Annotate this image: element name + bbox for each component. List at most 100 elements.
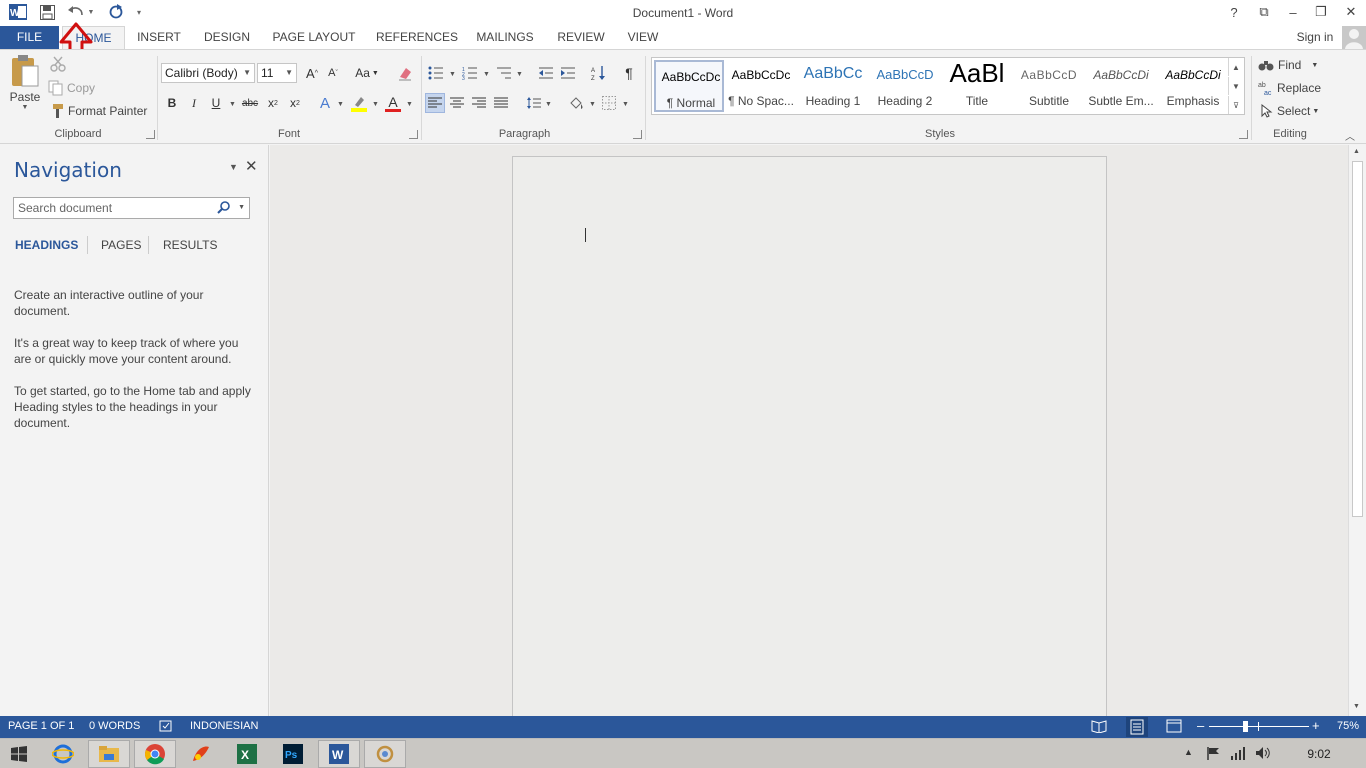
scroll-down-icon[interactable]: ▼ xyxy=(1353,703,1360,710)
format-painter-button[interactable]: Format Painter xyxy=(48,101,147,121)
bold-button[interactable]: B xyxy=(162,93,182,113)
network-signal-icon[interactable] xyxy=(1230,746,1246,763)
show-hidden-icons-icon[interactable]: ▲ xyxy=(1184,747,1193,757)
gallery-scroll-down-icon[interactable]: ▼ xyxy=(1228,77,1243,95)
clipboard-dialog-launcher-icon[interactable] xyxy=(146,130,155,139)
chevron-down-icon[interactable]: ▼ xyxy=(406,101,413,108)
excel-icon[interactable]: X xyxy=(226,740,268,768)
paragraph-dialog-launcher-icon[interactable] xyxy=(633,130,642,139)
print-layout-icon[interactable] xyxy=(1126,717,1148,737)
chevron-down-icon[interactable]: ▼ xyxy=(229,101,236,108)
align-left-icon[interactable] xyxy=(425,93,445,113)
font-color-button[interactable]: A xyxy=(383,93,403,113)
paste-button[interactable]: Paste ▼ xyxy=(6,54,44,126)
chevron-down-icon[interactable]: ▼ xyxy=(483,71,490,78)
minimize-button[interactable]: – xyxy=(1279,0,1307,24)
nav-tab-headings[interactable]: HEADINGS xyxy=(15,238,78,252)
read-mode-icon[interactable] xyxy=(1091,719,1107,736)
file-explorer-icon[interactable] xyxy=(88,740,130,768)
align-right-icon[interactable] xyxy=(469,93,489,113)
style-heading-1[interactable]: AaBbCc Heading 1 xyxy=(798,60,868,112)
zoom-in-button[interactable]: + xyxy=(1312,718,1320,733)
tab-references[interactable]: REFERENCES xyxy=(376,26,458,49)
replace-button[interactable]: ab ac Replace xyxy=(1258,78,1321,98)
justify-icon[interactable] xyxy=(491,93,511,113)
close-button[interactable]: ✕ xyxy=(1337,0,1365,24)
user-avatar-icon[interactable] xyxy=(1342,26,1366,49)
tab-view[interactable]: VIEW xyxy=(622,26,664,49)
show-formatting-marks-button[interactable]: ¶ xyxy=(619,63,639,83)
styles-dialog-launcher-icon[interactable] xyxy=(1239,130,1248,139)
tab-mailings[interactable]: MAILINGS xyxy=(472,26,538,49)
web-layout-icon[interactable] xyxy=(1166,719,1182,736)
style-normal[interactable]: AaBbCcDc ¶ Normal xyxy=(654,60,724,112)
select-button[interactable]: Select ▼ xyxy=(1260,101,1319,121)
chevron-down-icon[interactable]: ▼ xyxy=(622,101,629,108)
word-app-icon[interactable]: W xyxy=(8,3,28,21)
word-count-status[interactable]: 0 WORDS xyxy=(89,720,140,732)
search-icon[interactable] xyxy=(217,200,231,220)
chrome-icon[interactable] xyxy=(134,740,176,768)
text-effects-button[interactable]: A xyxy=(315,93,335,113)
undo-icon[interactable] xyxy=(65,3,87,21)
style-emphasis[interactable]: AaBbCcDi Emphasis xyxy=(1158,60,1228,112)
highlight-color-icon[interactable] xyxy=(349,93,369,113)
font-size-combo[interactable]: 11 ▼ xyxy=(257,63,297,83)
strikethrough-button[interactable]: abc xyxy=(240,93,260,113)
chevron-down-icon[interactable]: ▼ xyxy=(545,101,552,108)
save-icon[interactable] xyxy=(37,3,57,21)
taskbar-clock[interactable]: 9:02 xyxy=(1296,747,1342,761)
tab-review[interactable]: REVIEW xyxy=(554,26,608,49)
font-dialog-launcher-icon[interactable] xyxy=(409,130,418,139)
tab-page-layout[interactable]: PAGE LAYOUT xyxy=(268,26,360,49)
find-button[interactable]: Find ▼ xyxy=(1258,55,1318,75)
subscript-button[interactable]: x2 xyxy=(263,93,283,113)
zoom-slider-thumb[interactable] xyxy=(1243,721,1248,732)
scroll-up-icon[interactable]: ▲ xyxy=(1353,148,1360,155)
numbering-icon[interactable]: 123 xyxy=(460,63,480,83)
proofing-icon[interactable] xyxy=(159,719,173,736)
document-page[interactable] xyxy=(512,156,1107,716)
increase-indent-icon[interactable] xyxy=(558,63,578,83)
collapse-ribbon-icon[interactable]: ︿ xyxy=(1345,128,1355,143)
help-button[interactable]: ? xyxy=(1220,0,1248,24)
style-heading-2[interactable]: AaBbCcD Heading 2 xyxy=(870,60,940,112)
word-taskbar-icon[interactable]: W xyxy=(318,740,360,768)
borders-icon[interactable] xyxy=(599,93,619,113)
clear-formatting-icon[interactable] xyxy=(395,63,415,83)
line-spacing-icon[interactable] xyxy=(524,93,544,113)
search-options-icon[interactable]: ▼ xyxy=(238,198,245,218)
language-status[interactable]: INDONESIAN xyxy=(190,720,258,732)
restore-button[interactable]: ❐ xyxy=(1307,0,1335,24)
chevron-down-icon[interactable]: ▼ xyxy=(337,101,344,108)
undo-dropdown-icon[interactable]: ▼ xyxy=(87,3,95,21)
page-count-status[interactable]: PAGE 1 OF 1 xyxy=(8,720,74,732)
tab-insert[interactable]: INSERT xyxy=(133,26,185,49)
shrink-font-button[interactable]: Aˇ xyxy=(323,63,343,83)
copy-button[interactable]: Copy xyxy=(48,78,95,98)
ribbon-display-options-icon[interactable]: ⧉ xyxy=(1250,0,1278,24)
photoshop-icon[interactable]: Ps xyxy=(272,740,314,768)
zoom-out-button[interactable]: – xyxy=(1197,718,1204,733)
tab-file[interactable]: FILE xyxy=(0,26,59,49)
close-pane-icon[interactable]: ✕ xyxy=(245,157,258,175)
gallery-more-icon[interactable]: ⊽ xyxy=(1228,96,1243,114)
media-app-icon[interactable] xyxy=(180,740,222,768)
change-case-button[interactable]: Aa ▼ xyxy=(352,63,382,83)
action-center-flag-icon[interactable] xyxy=(1206,746,1220,763)
nav-tab-results[interactable]: RESULTS xyxy=(163,238,217,252)
underline-button[interactable]: U xyxy=(206,93,226,113)
chevron-down-icon[interactable]: ▼ xyxy=(516,71,523,78)
style-title[interactable]: AaBl Title xyxy=(942,58,1012,112)
italic-button[interactable]: I xyxy=(184,93,204,113)
gallery-scroll-up-icon[interactable]: ▲ xyxy=(1228,58,1243,76)
volume-icon[interactable] xyxy=(1255,746,1271,763)
search-document-input[interactable]: Search document ▼ xyxy=(13,197,250,219)
multilevel-list-icon[interactable] xyxy=(494,63,514,83)
cut-icon[interactable] xyxy=(48,54,68,74)
redo-icon[interactable] xyxy=(106,3,126,21)
chevron-down-icon[interactable]: ▼ xyxy=(372,101,379,108)
sort-icon[interactable]: AZ xyxy=(589,63,609,83)
sign-in-link[interactable]: Sign in xyxy=(1290,26,1340,49)
tab-design[interactable]: DESIGN xyxy=(200,26,254,49)
